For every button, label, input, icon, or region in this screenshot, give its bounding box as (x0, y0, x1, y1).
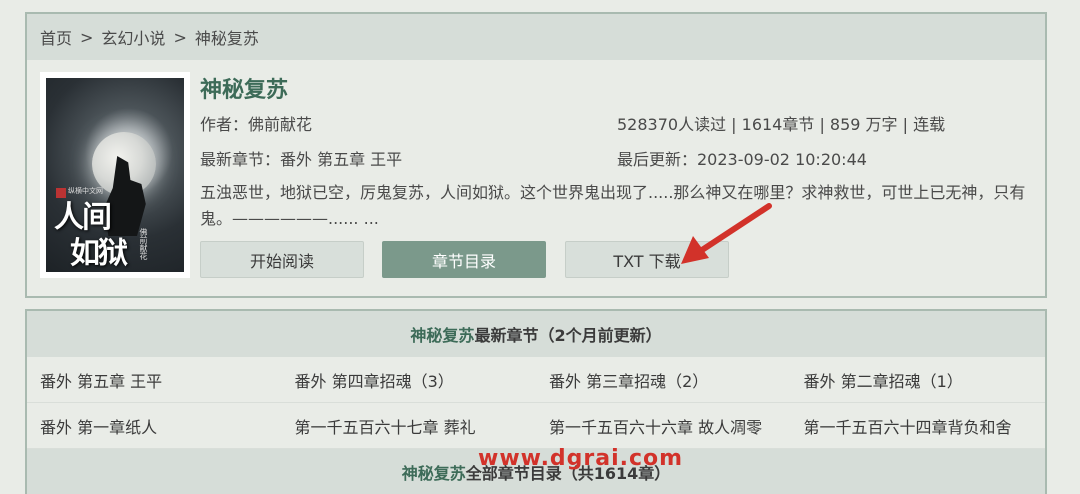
watermark: www.dgrai.com (478, 446, 684, 471)
book-title: 神秘复苏 (200, 78, 289, 103)
chapter-link[interactable]: 第一千五百六十四章背负和舍 (791, 403, 1046, 448)
publisher-logo-icon (56, 188, 66, 198)
breadcrumb-home[interactable]: 首页 (40, 25, 72, 49)
chapter-link[interactable]: 番外 第一章纸人 (27, 403, 282, 448)
chapter-row: 番外 第五章 王平 番外 第四章招魂（3） 番外 第三章招魂（2） 番外 第二章… (27, 357, 1045, 403)
red-arrow-annotation-icon (681, 203, 772, 264)
book-description: 五浊恶世，地狱已空，厉鬼复苏，人间如狱。这个世界鬼出现了.....那么神又在哪里… (200, 183, 1026, 228)
cover-title: 人间 如狱 (54, 200, 128, 272)
breadcrumb-current: 神秘复苏 (194, 29, 259, 48)
chapter-link[interactable]: 第一千五百六十七章 葬礼 (282, 403, 537, 448)
latest-chapter-link[interactable]: 最新章节：番外 第五章 王平 (200, 146, 402, 170)
breadcrumb-category[interactable]: 玄幻小说 (101, 25, 165, 49)
book-cover[interactable]: 纵横中文网 人间 如狱 佛前献花 (40, 72, 190, 278)
chapter-link[interactable]: 第一千五百六十六章 故人凋零 (536, 403, 791, 448)
chapter-row: 番外 第一章纸人 第一千五百六十七章 葬礼 第一千五百六十六章 故人凋零 第一千… (27, 403, 1045, 449)
book-info-panel: 首页 > 玄幻小说 > 神秘复苏 纵横中文网 人间 如狱 佛前献花 神秘复苏 作… (25, 12, 1047, 298)
last-updated: 最后更新：2023-09-02 10:20:44 (617, 150, 867, 169)
latest-header-text: 最新章节（2个月前更新） (474, 326, 662, 345)
chapter-link[interactable]: 番外 第四章招魂（3） (282, 357, 537, 402)
cover-title-line2: 如狱 (70, 236, 128, 271)
start-reading-button[interactable]: 开始阅读 (200, 241, 364, 278)
chapter-link[interactable]: 番外 第三章招魂（2） (536, 357, 791, 402)
cover-title-line1: 人间 (54, 200, 112, 235)
cover-publisher: 纵横中文网 (68, 187, 103, 195)
breadcrumb-separator: > (173, 27, 187, 47)
book-stats: 528370人读过 | 1614章节 | 859 万字 | 连载 (617, 115, 946, 134)
chapter-catalog-button[interactable]: 章节目录 (382, 241, 546, 278)
all-header-book: 神秘复苏 (401, 464, 466, 483)
cover-image: 纵横中文网 人间 如狱 佛前献花 (46, 78, 184, 272)
latest-chapters-header: 神秘复苏 最新章节（2个月前更新） (27, 311, 1045, 357)
cover-author: 佛前献花 (139, 228, 148, 260)
chapter-link[interactable]: 番外 第二章招魂（1） (791, 357, 1046, 402)
book-author[interactable]: 作者：佛前献花 (200, 111, 312, 135)
latest-header-book: 神秘复苏 (410, 326, 475, 345)
chapter-link[interactable]: 番外 第五章 王平 (27, 357, 282, 402)
breadcrumb: 首页 > 玄幻小说 > 神秘复苏 (27, 14, 1045, 60)
breadcrumb-separator: > (80, 27, 94, 47)
